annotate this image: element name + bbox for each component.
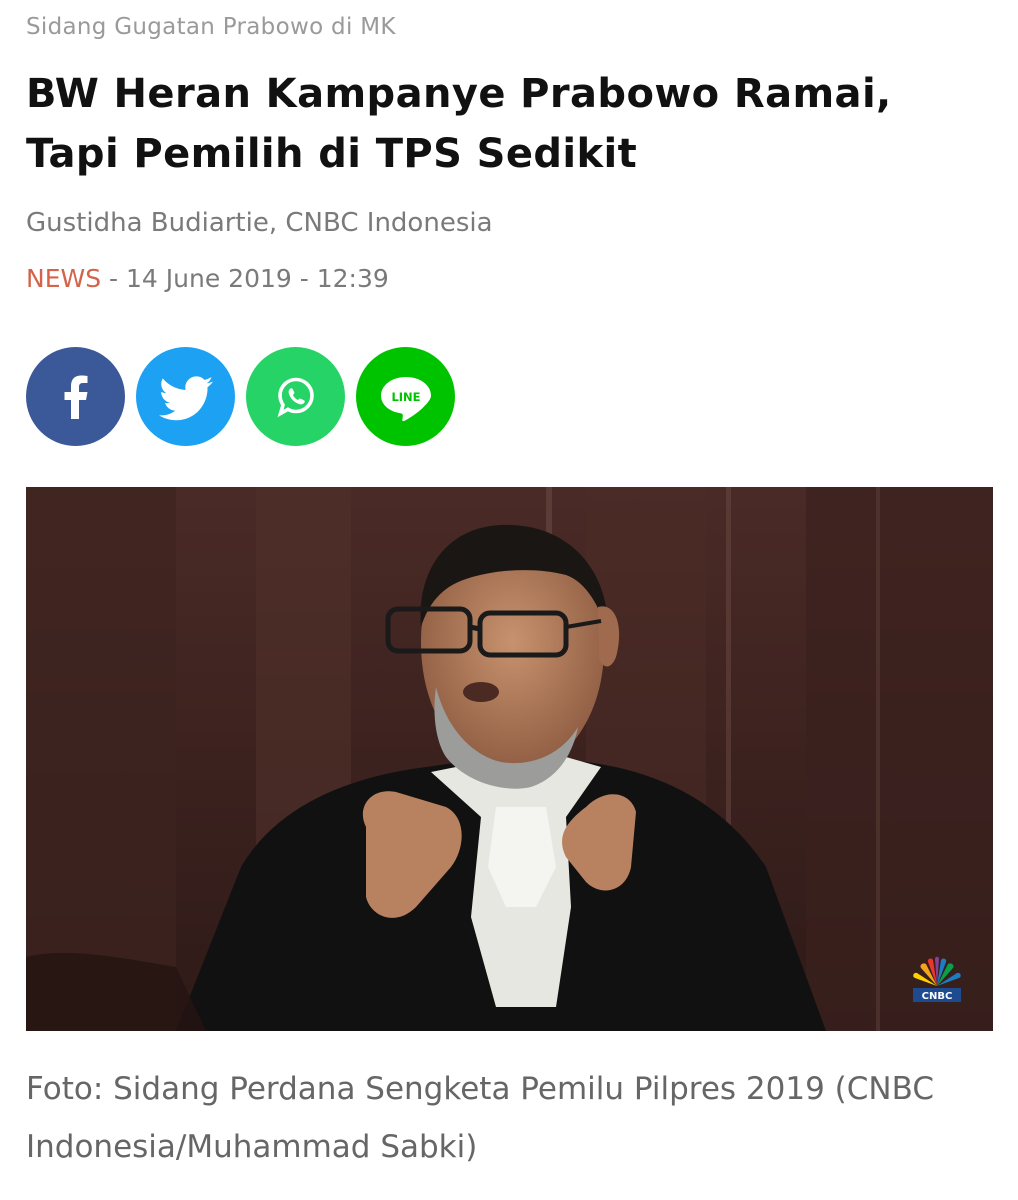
twitter-bird-icon <box>158 375 213 420</box>
share-facebook-button[interactable] <box>26 347 125 446</box>
publish-time: 12:39 <box>316 264 389 293</box>
article-headline: BW Heran Kampanye Prabowo Ramai, Tapi Pe… <box>26 71 892 177</box>
article-author: Gustidha Budiartie, CNBC Indonesia <box>26 208 493 238</box>
publish-date: 14 June 2019 <box>126 264 292 293</box>
share-twitter-button[interactable] <box>136 347 235 446</box>
photo-illustration <box>26 487 993 1031</box>
share-line-button[interactable]: LINE <box>356 347 455 446</box>
cnbc-peacock-logo: CNBC <box>913 956 961 1002</box>
article-photo: CNBC <box>26 487 993 1031</box>
cnbc-watermark-text: CNBC <box>922 991 953 1002</box>
photo-caption: Foto: Sidang Perdana Sengketa Pemilu Pil… <box>26 1071 934 1165</box>
line-icon: LINE <box>380 376 431 421</box>
whatsapp-icon <box>277 377 314 417</box>
share-whatsapp-button[interactable] <box>246 347 345 446</box>
cnbc-watermark: CNBC <box>911 956 963 1004</box>
article-meta: NEWS - 14 June 2019 - 12:39 <box>26 264 389 293</box>
topic-kicker-link[interactable]: Sidang Gugatan Prabowo di MK <box>26 14 396 40</box>
meta-separator: - <box>299 264 309 293</box>
category-link[interactable]: NEWS <box>26 264 101 293</box>
article: Sidang Gugatan Prabowo di MK BW Heran Ka… <box>0 0 1018 1200</box>
share-bar: LINE <box>26 347 455 446</box>
line-icon-label: LINE <box>391 390 420 404</box>
meta-separator: - <box>109 264 119 293</box>
facebook-icon <box>64 375 87 419</box>
